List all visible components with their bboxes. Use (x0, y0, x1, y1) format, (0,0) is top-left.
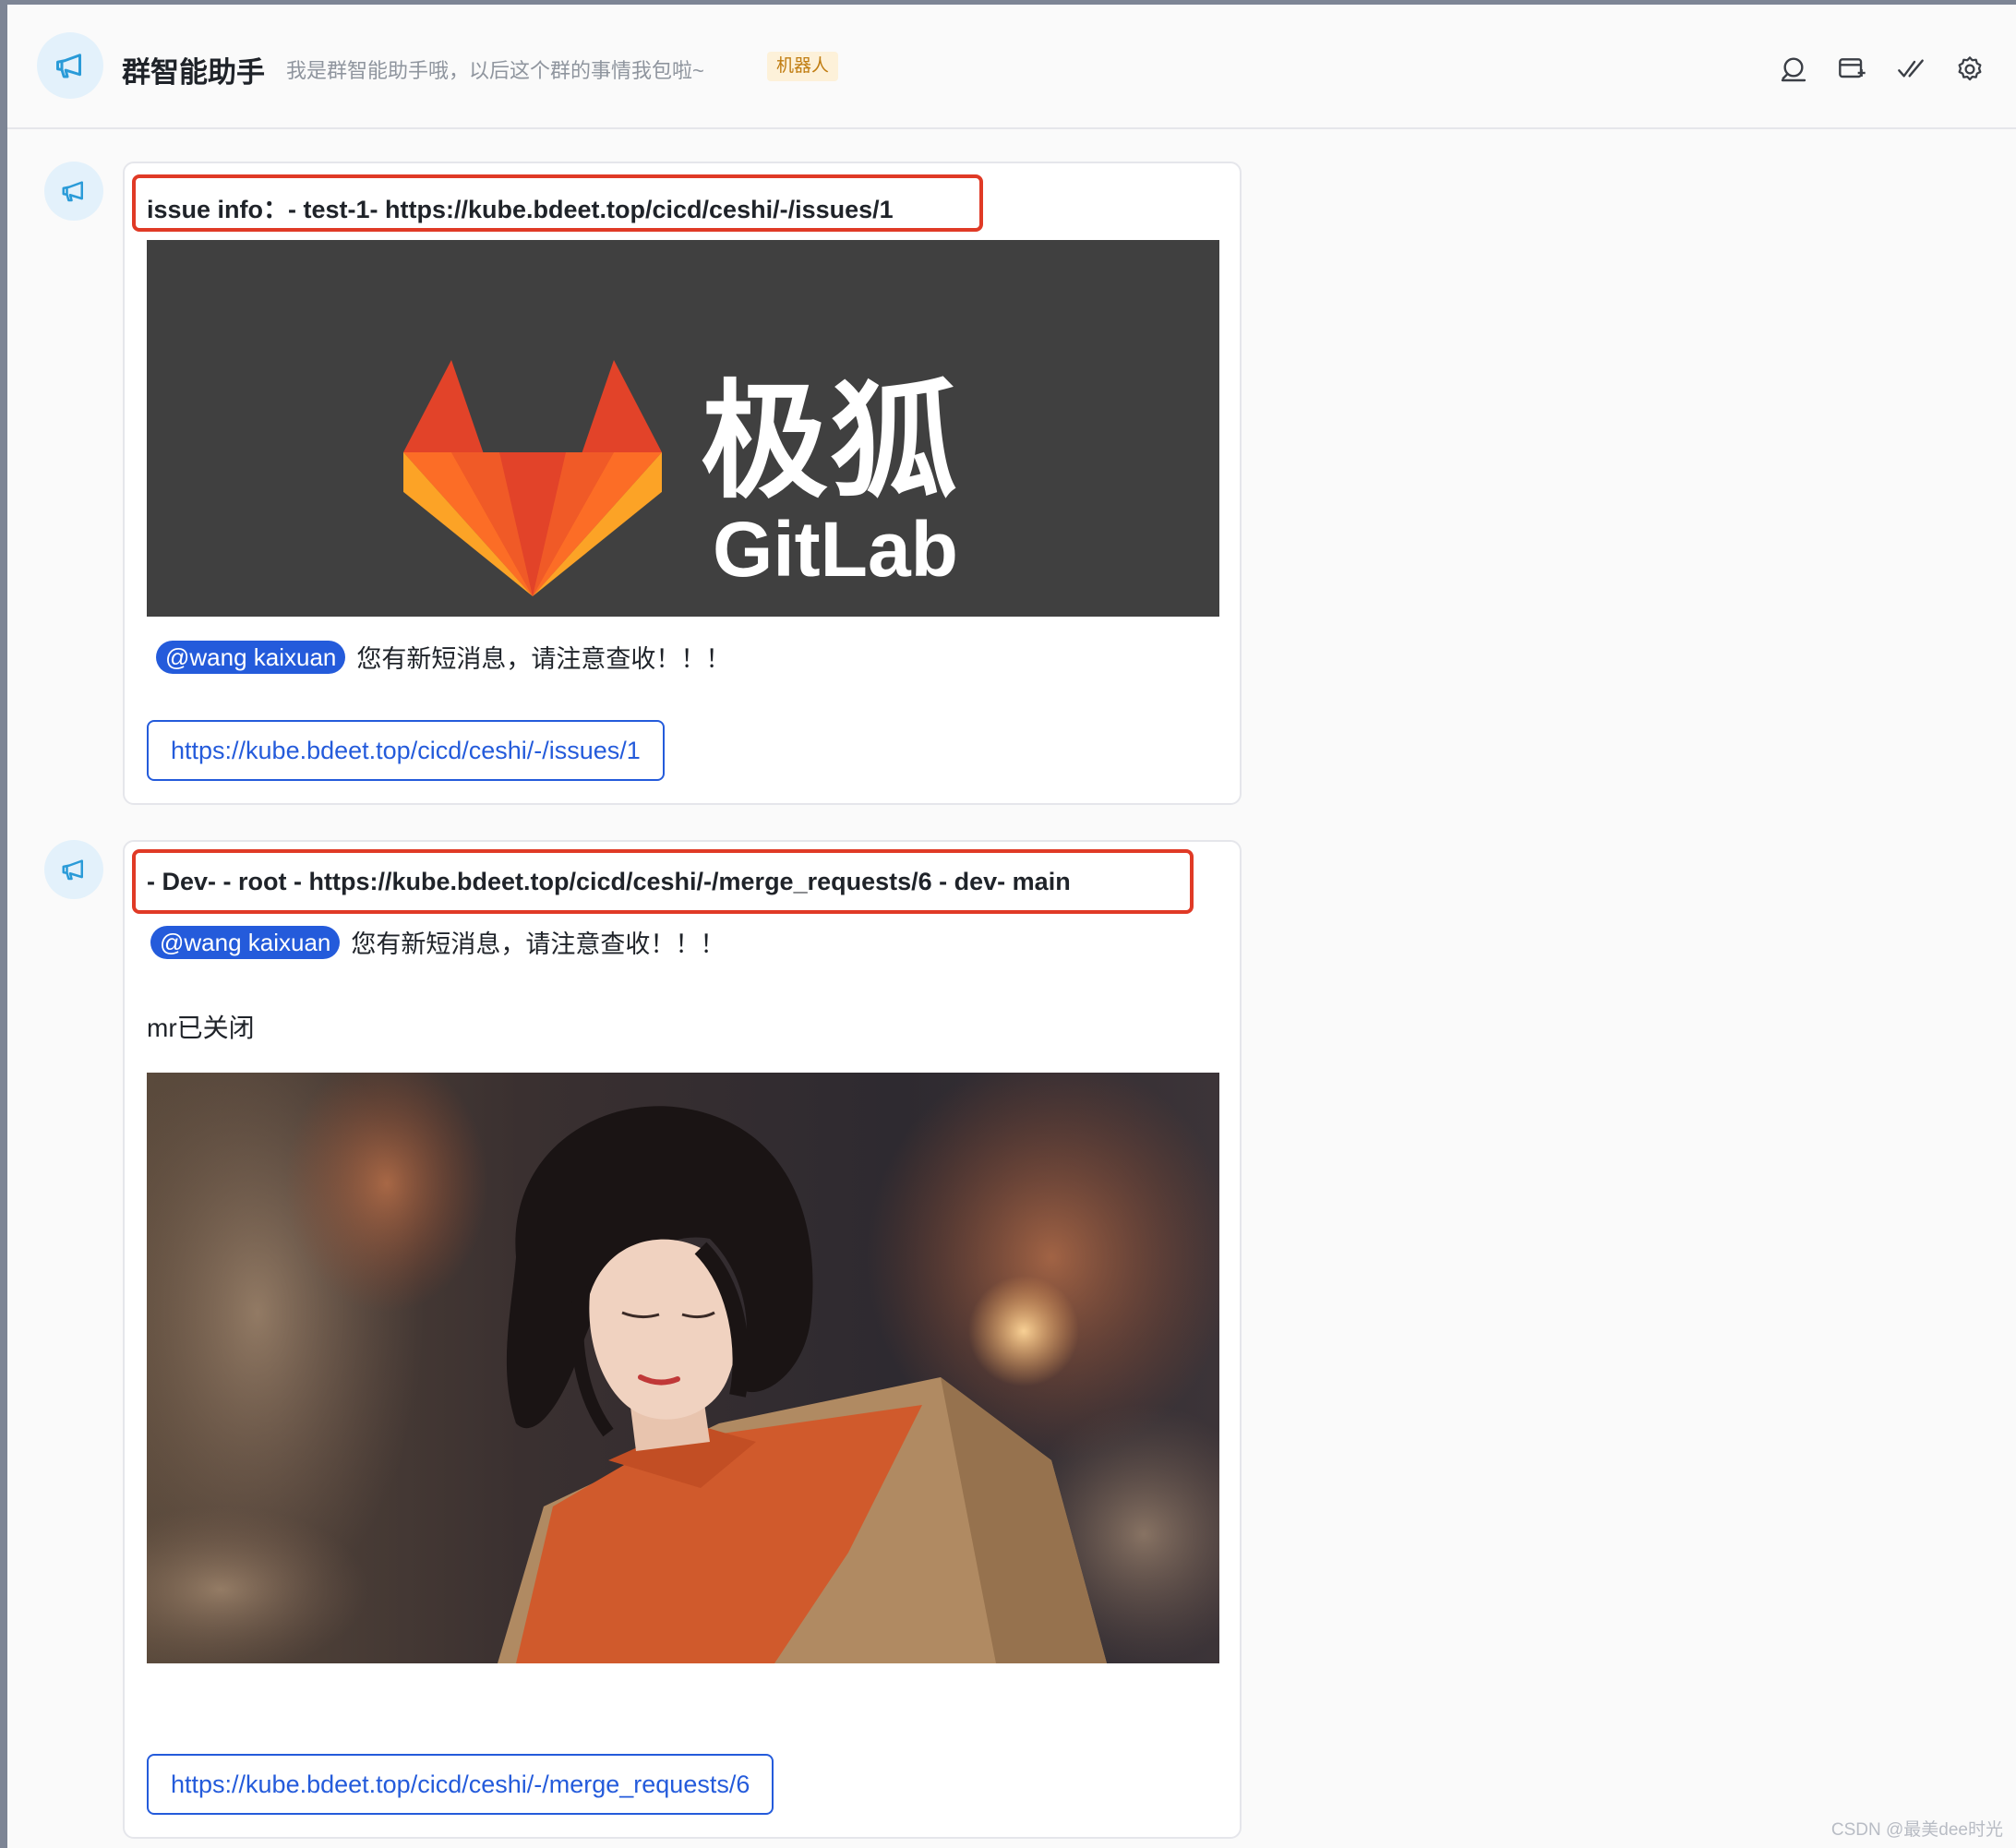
status-text: mr已关闭 (147, 1014, 255, 1042)
csdn-watermark: CSDN @最美dee时光 (1830, 1820, 2003, 1840)
gitlab-logo-en: GitLab (713, 506, 958, 593)
gitlab-banner-image: 极狐 GitLab (147, 240, 1219, 617)
chat-window: 群智能助手 我是群智能助手哦，以后这个群的事情我包啦~ 机器人 issue in… (7, 5, 2016, 1848)
bot-message-avatar[interactable] (44, 840, 103, 899)
message-card: issue info：- test-1- https://kube.bdeet.… (123, 162, 1242, 805)
megaphone-icon (62, 859, 83, 881)
user-mention[interactable]: @wang kaixuan (156, 640, 346, 674)
mention-line: @wang kaixuan 您有新短消息，请注意查收！！！ (156, 639, 730, 675)
megaphone-icon (56, 54, 81, 78)
mention-text: 您有新短消息，请注意查收！！！ (356, 645, 731, 673)
bot-avatar[interactable] (37, 32, 103, 99)
chat-title: 群智能助手 (122, 56, 265, 89)
gitlab-logo-cn: 极狐 (701, 371, 960, 513)
chat-header: 群智能助手 我是群智能助手哦，以后这个群的事情我包啦~ 机器人 (7, 5, 2016, 129)
chat-subtitle: 我是群智能助手哦，以后这个群的事情我包啦~ (286, 59, 704, 82)
mention-line: @wang kaixuan 您有新短消息，请注意查收！！！ (150, 924, 725, 960)
add-tab-icon[interactable] (1836, 54, 1867, 85)
merge-request-link-button[interactable]: https://kube.bdeet.top/cicd/ceshi/-/merg… (147, 1754, 774, 1815)
bot-message-avatar[interactable] (44, 162, 103, 221)
message-title: - Dev- - root - https://kube.bdeet.top/c… (147, 868, 1071, 895)
bot-badge: 机器人 (767, 52, 839, 81)
user-mention[interactable]: @wang kaixuan (150, 925, 341, 959)
mention-text: 您有新短消息，请注意查收！！！ (351, 930, 726, 958)
search-icon[interactable] (1778, 54, 1809, 85)
megaphone-icon (62, 181, 83, 202)
message-title: issue info：- test-1- https://kube.bdeet.… (147, 196, 894, 223)
message-card: - Dev- - root - https://kube.bdeet.top/c… (123, 840, 1242, 1839)
message-list: issue info：- test-1- https://kube.bdeet.… (7, 129, 2016, 1848)
settings-icon[interactable] (1954, 54, 1986, 85)
portrait-photo (147, 1073, 1219, 1663)
checkmark-icon[interactable] (1895, 54, 1926, 85)
issue-link-button[interactable]: https://kube.bdeet.top/cicd/ceshi/-/issu… (147, 720, 665, 781)
gitlab-fox-logo (403, 360, 662, 596)
